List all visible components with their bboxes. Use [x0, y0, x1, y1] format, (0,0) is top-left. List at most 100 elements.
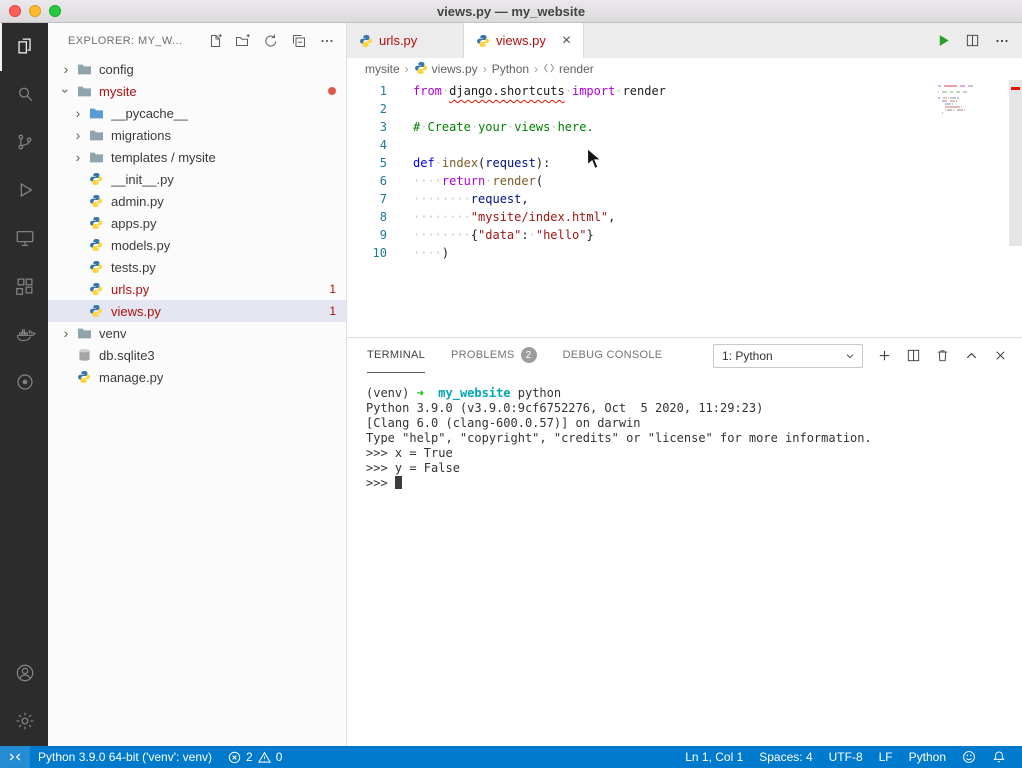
tree-item-admin-py[interactable]: admin.py — [48, 190, 346, 212]
python-interpreter-status[interactable]: Python 3.9.0 64-bit ('venv': venv) — [30, 746, 220, 768]
tab-label: views.py — [496, 33, 546, 48]
minimap-line — [938, 109, 1004, 111]
code-editor[interactable]: 1from·django.shortcuts·import·render23#·… — [347, 80, 1022, 337]
activity-bar-bottom — [0, 650, 48, 746]
activity-explorer-button[interactable] — [0, 23, 48, 71]
status-spaces-4[interactable]: Spaces: 4 — [751, 746, 820, 768]
breadcrumb-mysite[interactable]: mysite — [365, 62, 400, 76]
status-ln-1-col-1[interactable]: Ln 1, Col 1 — [677, 746, 751, 768]
breadcrumb-label: mysite — [365, 62, 400, 76]
panel-actions — [877, 348, 1008, 363]
tree-item-config[interactable]: ›config — [48, 58, 346, 80]
close-window-button[interactable] — [9, 5, 21, 17]
collapse-all-icon[interactable] — [290, 32, 308, 50]
breadcrumb-views-py[interactable]: views.py — [414, 61, 478, 78]
panel-tab-debug-console[interactable]: DEBUG CONSOLE — [563, 338, 663, 373]
remote-explorer-icon — [14, 227, 36, 252]
file-label: apps.py — [111, 216, 157, 231]
activity-search-button[interactable] — [0, 71, 48, 119]
minimap[interactable] — [938, 85, 1004, 114]
code-text: ····return·render( — [413, 172, 543, 190]
activity-azure-button[interactable] — [0, 359, 48, 407]
file-label: templates / mysite — [111, 150, 216, 165]
tab-urls-py[interactable]: urls.py — [347, 23, 464, 58]
tab-views-py[interactable]: views.py × — [464, 23, 584, 58]
panel-right-actions: 1: Python — [713, 344, 1008, 368]
more-icon[interactable] — [318, 32, 336, 50]
file-label: views.py — [111, 304, 161, 319]
settings-icon — [14, 710, 36, 735]
tree-item-urls-py[interactable]: urls.py1 — [48, 278, 346, 300]
new-folder-icon[interactable] — [234, 32, 252, 50]
file-label: venv — [99, 326, 126, 341]
more-button[interactable] — [994, 33, 1010, 49]
tree-item-apps-py[interactable]: apps.py — [48, 212, 346, 234]
line-number: 6 — [347, 172, 387, 190]
editor-scrollbar[interactable] — [1009, 80, 1022, 246]
activity-account-button[interactable] — [0, 650, 48, 698]
new-file-icon[interactable] — [206, 32, 224, 50]
tree-item-templates-mysite[interactable]: ›templates / mysite — [48, 146, 346, 168]
folder-icon — [86, 129, 106, 142]
problems-status[interactable]: 2 0 — [220, 746, 290, 768]
status-python[interactable]: Python — [901, 746, 954, 768]
tabs: urls.py views.py × — [347, 23, 584, 58]
terminal-output[interactable]: (venv) ➜ my_website pythonPython 3.9.0 (… — [347, 373, 1022, 746]
notifications-bell-button[interactable] — [984, 746, 1014, 768]
tree-item-models-py[interactable]: models.py — [48, 234, 346, 256]
code-text: ····) — [413, 244, 449, 262]
minimize-window-button[interactable] — [29, 5, 41, 17]
minimap-line — [938, 88, 1004, 90]
new-terminal-button[interactable] — [877, 348, 892, 363]
run-button[interactable] — [936, 33, 951, 48]
close-icon[interactable]: × — [562, 33, 571, 49]
folder-icon — [74, 85, 94, 98]
tree-item-db-sqlite3[interactable]: db.sqlite3 — [48, 344, 346, 366]
tree-item-init-py[interactable]: __init__.py — [48, 168, 346, 190]
file-label: __init__.py — [111, 172, 174, 187]
status-lf[interactable]: LF — [871, 746, 901, 768]
split-terminal-button[interactable] — [906, 348, 921, 363]
tree-item-tests-py[interactable]: tests.py — [48, 256, 346, 278]
panel-tab-terminal[interactable]: TERMINAL — [367, 338, 425, 373]
tree-item-mysite[interactable]: ›mysite — [48, 80, 346, 102]
extensions-icon — [14, 275, 36, 300]
activity-docker-button[interactable] — [0, 311, 48, 359]
chevron-icon: › — [70, 128, 86, 142]
remote-indicator-button[interactable] — [0, 746, 30, 768]
file-label: models.py — [111, 238, 170, 253]
activity-run-and-debug-button[interactable] — [0, 167, 48, 215]
line-number: 8 — [347, 208, 387, 226]
terminal-selector-value: 1: Python — [722, 349, 773, 363]
feedback-button[interactable] — [954, 746, 984, 768]
tree-item-venv[interactable]: ›venv — [48, 322, 346, 344]
close-panel-button[interactable] — [993, 348, 1008, 363]
breadcrumb-python[interactable]: Python — [492, 62, 529, 76]
activity-settings-button[interactable] — [0, 698, 48, 746]
zoom-window-button[interactable] — [49, 5, 61, 17]
refresh-icon[interactable] — [262, 32, 280, 50]
maximize-panel-button[interactable] — [964, 348, 979, 363]
error-marker — [1011, 87, 1020, 90]
status-utf-8[interactable]: UTF-8 — [821, 746, 871, 768]
tree-item-migrations[interactable]: ›migrations — [48, 124, 346, 146]
code-text: def·index(request): — [413, 154, 550, 172]
tree-item-manage-py[interactable]: manage.py — [48, 366, 346, 388]
window-title: views.py — my_website — [0, 4, 1022, 19]
breadcrumb-render[interactable]: render — [543, 62, 594, 77]
panel-header: TERMINAL PROBLEMS2 DEBUG CONSOLE 1: Python — [347, 338, 1022, 373]
tree-item-views-py[interactable]: views.py1 — [48, 300, 346, 322]
panel-tab-problems[interactable]: PROBLEMS2 — [451, 338, 537, 373]
split-editor-button[interactable] — [965, 33, 980, 48]
file-label: admin.py — [111, 194, 164, 209]
activity-source-control-button[interactable] — [0, 119, 48, 167]
tree-item-pycache[interactable]: ›__pycache__ — [48, 102, 346, 124]
warning-icon — [258, 751, 271, 764]
kill-terminal-button[interactable] — [935, 348, 950, 363]
activity-remote-explorer-button[interactable] — [0, 215, 48, 263]
panel-tab-label: PROBLEMS — [451, 349, 515, 361]
code-line: 6 ····return·render( — [347, 172, 1022, 190]
status-bar: Python 3.9.0 64-bit ('venv': venv) 2 0 L… — [0, 746, 1022, 768]
activity-extensions-button[interactable] — [0, 263, 48, 311]
terminal-selector[interactable]: 1: Python — [713, 344, 863, 368]
